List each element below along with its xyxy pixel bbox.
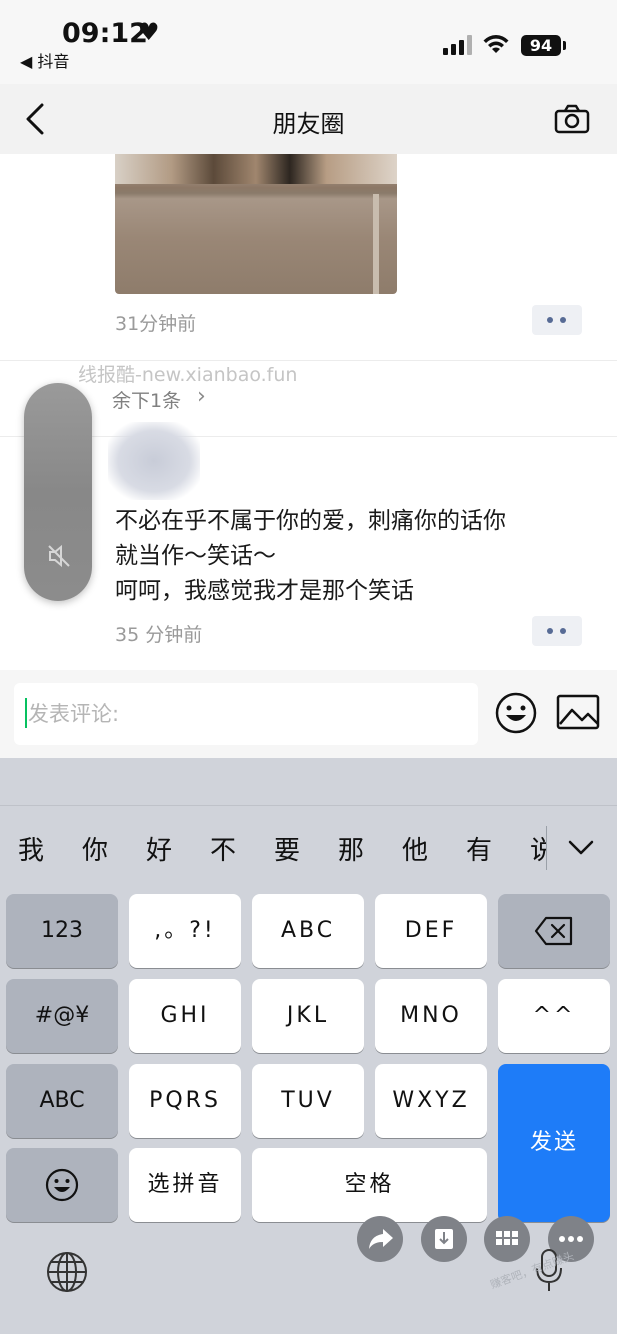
key-tuv[interactable]: TUV <box>252 1064 364 1138</box>
candidate-word[interactable]: 好 <box>146 830 172 867</box>
key-emoticon[interactable]: ^^ <box>498 979 610 1053</box>
chevron-right-icon: › <box>197 384 206 409</box>
grid-icon <box>496 1231 518 1245</box>
post-time: 31分钟前 <box>115 313 197 335</box>
post-time: 35 分钟前 <box>115 624 203 646</box>
emoji-key[interactable] <box>6 1148 118 1222</box>
candidate-bar: 我 你 好 不 要 那 他 有 说 <box>0 818 617 878</box>
candidate-word[interactable]: 他 <box>402 830 428 867</box>
floating-video-window[interactable] <box>24 383 92 601</box>
candidate-word[interactable]: 说 <box>530 830 546 867</box>
battery-level: 94 <box>521 35 561 56</box>
share-button[interactable] <box>357 1216 403 1262</box>
watermark-text: 线报酷-new.xianbao.fun <box>78 364 298 386</box>
image-icon[interactable] <box>556 694 600 730</box>
candidate-word[interactable]: 要 <box>274 830 300 867</box>
post-more-button[interactable] <box>532 305 582 335</box>
candidate-word[interactable]: 有 <box>466 830 492 867</box>
cellular-signal-icon <box>443 35 473 55</box>
candidate-word[interactable]: 那 <box>338 830 364 867</box>
wechat-moments-screen: 09:12 ♥ ◀ 抖音 94 朋友圈 31分钟前 线报酷-new.xianba… <box>0 0 617 1334</box>
key-mno[interactable]: MNO <box>375 979 487 1053</box>
status-time: 09:12 <box>62 18 148 49</box>
send-button[interactable]: 发送 <box>498 1064 610 1222</box>
key-def[interactable]: DEF <box>375 894 487 968</box>
key-abc-switch[interactable]: ABC <box>6 1064 118 1138</box>
photo-edge <box>373 194 379 294</box>
backspace-icon <box>534 916 573 946</box>
save-button[interactable] <box>421 1216 467 1262</box>
nav-bar: 朋友圈 <box>0 84 617 154</box>
camera-icon[interactable] <box>554 104 590 134</box>
keyboard-top-strip <box>0 758 617 806</box>
comment-bar <box>0 670 617 758</box>
space-key[interactable]: 空格 <box>252 1148 487 1222</box>
divider <box>0 436 617 437</box>
moments-feed: 31分钟前 线报酷-new.xianbao.fun 余下1条 › 不必在乎不属于… <box>0 154 617 670</box>
text-caret <box>25 698 27 728</box>
share-icon <box>369 1229 393 1249</box>
remaining-posts-link[interactable]: 余下1条 <box>112 386 181 413</box>
status-bar: 09:12 ♥ ◀ 抖音 94 <box>0 0 617 84</box>
key-ghi[interactable]: GHI <box>129 979 241 1053</box>
key-wxyz[interactable]: WXYZ <box>375 1064 487 1138</box>
candidate-separator <box>546 826 547 870</box>
post-text-line: 呵呵，我感觉我才是那个笑话 <box>115 578 414 604</box>
post-photo[interactable] <box>115 154 397 294</box>
battery-cap <box>563 41 566 50</box>
back-to-app-link[interactable]: ◀ 抖音 <box>20 48 69 72</box>
avatar[interactable] <box>108 422 200 500</box>
key-punctuation[interactable]: ,。?! <box>129 894 241 968</box>
backspace-key[interactable] <box>498 894 610 968</box>
page-title: 朋友圈 <box>272 110 345 138</box>
candidate-word[interactable]: 我 <box>18 830 44 867</box>
key-abc[interactable]: ABC <box>252 894 364 968</box>
apps-button[interactable] <box>484 1216 530 1262</box>
post-text-line: 就当作～笑话～ <box>115 543 276 569</box>
emoji-icon[interactable] <box>494 691 538 735</box>
photo-shelf-band <box>115 154 397 184</box>
key-symbols[interactable]: #@¥ <box>6 979 118 1053</box>
mute-icon[interactable] <box>46 543 72 569</box>
post-more-button[interactable] <box>532 616 582 646</box>
key-pqrs[interactable]: PQRS <box>129 1064 241 1138</box>
heart-icon: ♥ <box>138 18 160 46</box>
download-icon <box>435 1229 453 1249</box>
post-text-line: 不必在乎不属于你的爱，刺痛你的话你 <box>115 508 506 534</box>
comment-input[interactable] <box>14 683 478 745</box>
key-jkl[interactable]: JKL <box>252 979 364 1053</box>
post-text: 不必在乎不属于你的爱，刺痛你的话你 就当作～笑话～ 呵呵，我感觉我才是那个笑话 <box>115 504 585 609</box>
candidate-word[interactable]: 你 <box>82 830 108 867</box>
globe-icon[interactable] <box>45 1250 89 1294</box>
key-select-pinyin[interactable]: 选拼音 <box>129 1148 241 1222</box>
emoji-icon <box>45 1168 79 1202</box>
chevron-down-icon[interactable] <box>566 834 596 862</box>
wifi-icon <box>483 35 509 53</box>
candidate-word[interactable]: 不 <box>210 830 236 867</box>
key-123[interactable]: 123 <box>6 894 118 968</box>
